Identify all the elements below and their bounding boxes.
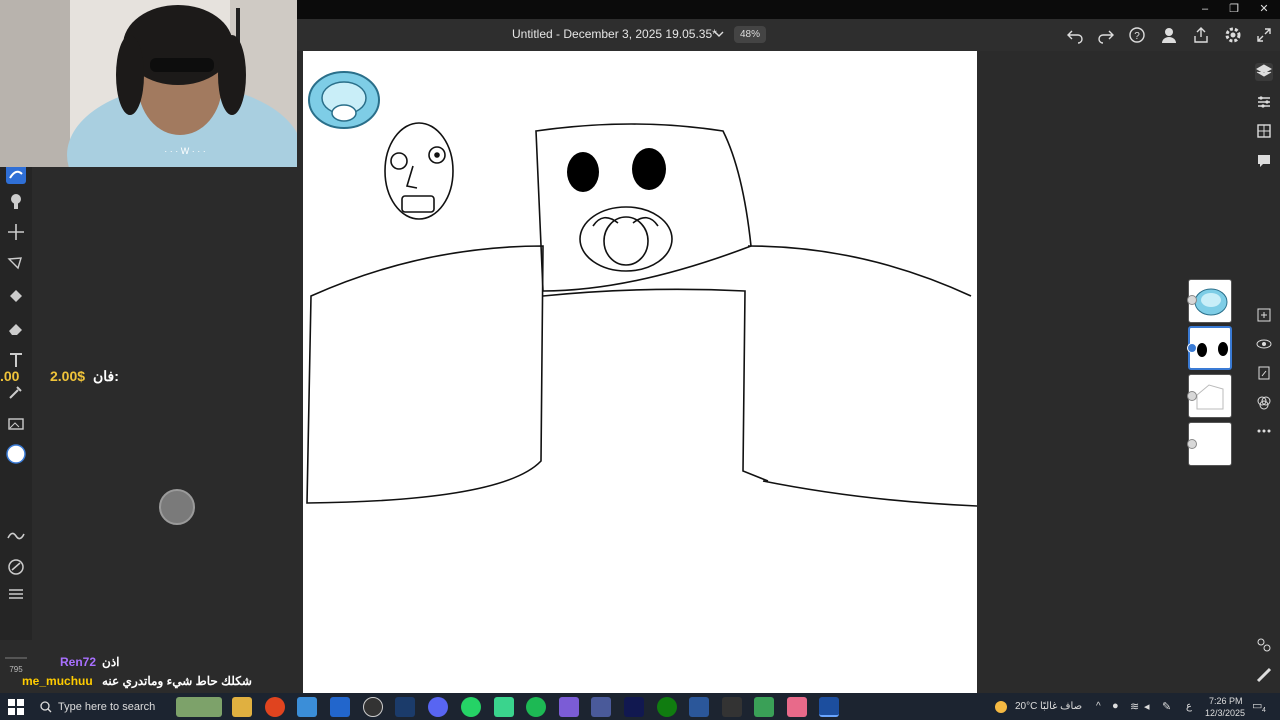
add-layer-icon[interactable] <box>1255 306 1273 324</box>
adjust-icon[interactable] <box>6 584 26 604</box>
account-icon[interactable] <box>1160 26 1178 44</box>
taskbar-widget[interactable] <box>176 697 222 717</box>
discord-icon[interactable] <box>428 697 448 717</box>
volume-icon[interactable]: ◂ <box>1144 700 1150 713</box>
more-options-icon[interactable] <box>1255 422 1273 440</box>
image-icon[interactable] <box>6 414 26 434</box>
maximize-button[interactable]: ❐ <box>1219 2 1249 17</box>
chat-user: Ren72 <box>60 655 97 669</box>
weather-icon <box>995 701 1007 713</box>
chevron-down-icon[interactable] <box>712 27 726 41</box>
text-tool-icon[interactable] <box>6 350 26 370</box>
grid-icon[interactable] <box>1255 122 1273 140</box>
drawing-strokes <box>306 71 977 507</box>
document-title[interactable]: Untitled - December 3, 2025 19.05.35* <box>512 27 717 41</box>
eye-icon[interactable] <box>1255 335 1273 353</box>
steam-icon[interactable] <box>395 697 415 717</box>
chevron-up-icon[interactable]: ^ <box>1096 701 1101 712</box>
layer-visibility-toggle[interactable] <box>1187 343 1197 353</box>
app-icon[interactable] <box>494 697 514 717</box>
drawing-canvas[interactable] <box>303 51 977 693</box>
microphone-icon[interactable]: ● <box>1112 700 1119 712</box>
search-icon <box>40 701 52 713</box>
svg-text:· · · W · · ·: · · · W · · · <box>164 146 205 156</box>
app-icon[interactable] <box>330 697 350 717</box>
brave-browser-icon[interactable] <box>265 697 285 717</box>
webcam-image: · · · W · · · <box>0 0 297 167</box>
eyedropper-icon[interactable] <box>6 382 26 402</box>
layer-visibility-toggle[interactable] <box>1187 295 1197 305</box>
move-tool-icon[interactable] <box>6 222 26 242</box>
fullscreen-icon[interactable] <box>1255 26 1273 44</box>
layer-visibility-toggle[interactable] <box>1187 439 1197 449</box>
app-icon[interactable] <box>591 697 611 717</box>
pacifier-sticker <box>308 71 380 129</box>
word-icon[interactable] <box>689 697 709 717</box>
close-button[interactable]: ✕ <box>1249 2 1279 17</box>
layer-visibility-toggle[interactable] <box>1187 391 1197 401</box>
tool-rail: 795 <box>0 160 32 674</box>
chat-text: اذن <box>102 655 120 669</box>
gear-icon[interactable] <box>1224 26 1242 44</box>
undo-icon[interactable] <box>1066 26 1084 44</box>
clip-mask-icon[interactable] <box>1255 364 1273 382</box>
blend-mode-icon[interactable] <box>1255 393 1273 411</box>
weather-temp: 20°C <box>1015 701 1038 712</box>
right-eye <box>632 148 666 190</box>
help-icon[interactable]: ? <box>1128 26 1146 44</box>
left-eye <box>567 152 599 192</box>
smudge-tool-icon[interactable] <box>6 164 26 184</box>
app-icon[interactable] <box>754 697 774 717</box>
taskbar: Type here to search 20°C صاف غالبًا ^ ● … <box>0 693 1280 720</box>
weather-desc: صاف غالبًا <box>1040 701 1083 712</box>
notification-count: 4 <box>1262 707 1266 714</box>
webcam-overlay: · · · W · · · <box>0 0 297 167</box>
app-icon[interactable] <box>559 697 579 717</box>
file-explorer-icon[interactable] <box>232 697 252 717</box>
app-icon[interactable] <box>787 697 807 717</box>
clock-date[interactable]: 12/3/2025 <box>1205 708 1245 718</box>
brush-settings-icon[interactable] <box>6 557 26 577</box>
fill-tool-icon[interactable] <box>6 286 26 306</box>
whatsapp-icon[interactable] <box>461 697 481 717</box>
brush-cursor <box>159 489 195 525</box>
blend-tool-icon[interactable] <box>6 191 26 211</box>
stroke-icon[interactable] <box>6 526 26 546</box>
language-indicator[interactable]: ع <box>1186 701 1192 712</box>
minimize-button[interactable]: – <box>1190 2 1220 17</box>
clock-time[interactable]: 7:26 PM <box>1209 696 1243 706</box>
color-swatch[interactable] <box>6 444 26 464</box>
donation-left-amount: .00 <box>0 368 20 384</box>
redo-icon[interactable] <box>1097 26 1115 44</box>
adjustments-icon[interactable] <box>1255 636 1273 654</box>
spotify-icon[interactable] <box>526 697 546 717</box>
app-icon[interactable] <box>624 697 644 717</box>
fresco-icon[interactable] <box>819 697 839 717</box>
obs-icon[interactable] <box>363 697 383 717</box>
ruler-icon[interactable] <box>1255 666 1273 684</box>
eraser-tool-icon[interactable] <box>6 318 26 338</box>
donation-label: فان: <box>92 368 119 384</box>
windows-start-icon[interactable] <box>8 699 24 715</box>
share-icon[interactable] <box>1192 26 1210 44</box>
lasso-tool-icon[interactable] <box>6 254 26 274</box>
notification-icon[interactable]: ▭ <box>1252 699 1262 712</box>
svg-text:?: ? <box>1134 31 1140 42</box>
chat-user: me_muchuu <box>22 674 93 688</box>
search-placeholder: Type here to search <box>58 701 156 713</box>
chat-text: شكلك حاط شيء وماتدري عنه <box>102 674 252 688</box>
pen-icon[interactable]: ✎ <box>1162 700 1171 713</box>
properties-icon[interactable] <box>1255 93 1273 111</box>
network-icon[interactable]: ≋ <box>1130 700 1139 713</box>
donation-amount: 2.00$ <box>50 368 86 384</box>
xbox-icon[interactable] <box>657 697 677 717</box>
layers-icon[interactable] <box>1255 63 1273 81</box>
app-icon[interactable] <box>722 697 742 717</box>
zoom-level[interactable]: 48% <box>734 26 766 43</box>
screen: – ❐ ✕ Untitled - December 3, 2025 19.05.… <box>0 0 1280 720</box>
store-icon[interactable] <box>297 697 317 717</box>
comments-icon[interactable] <box>1255 152 1273 170</box>
